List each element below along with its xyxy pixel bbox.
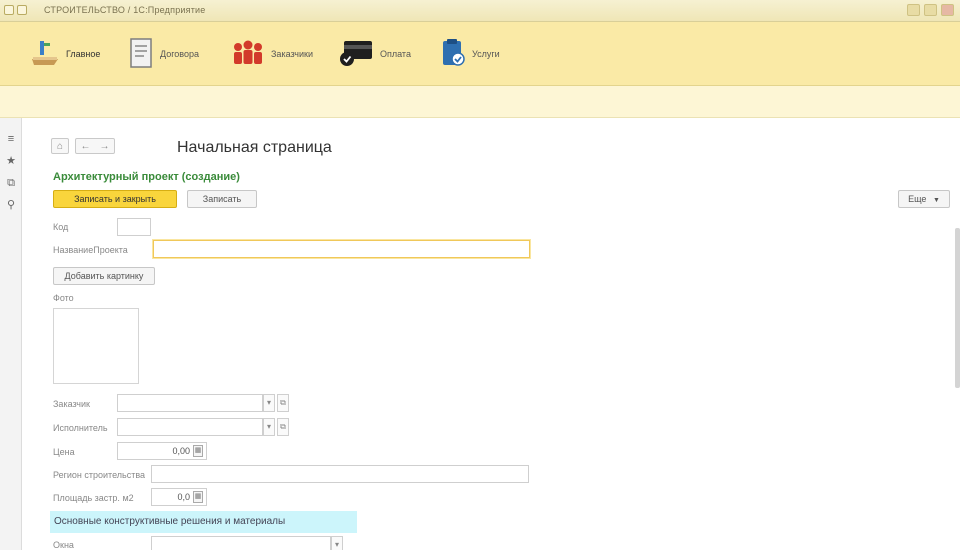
customer-label: Заказчик	[53, 399, 90, 409]
section-label: Главное	[66, 49, 101, 59]
window-titlebar: СТРОИТЕЛЬСТВО / 1С:Предприятие	[0, 0, 960, 22]
back-arrow-icon[interactable]: ←	[81, 141, 91, 152]
save-button[interactable]: Записать	[187, 190, 257, 208]
page-title: Начальная страница	[177, 139, 332, 156]
chevron-down-icon: ▼	[932, 197, 940, 204]
save-close-button[interactable]: Записать и закрыть	[53, 190, 177, 208]
functions-ribbon	[0, 86, 960, 118]
chevron-down-icon: ▾	[266, 398, 271, 407]
more-button[interactable]: Еще ▼	[898, 190, 950, 208]
history-icon[interactable]: ⧉	[4, 176, 18, 190]
maximize-icon[interactable]	[924, 4, 937, 16]
forward-arrow-icon[interactable]: →	[100, 141, 110, 152]
section-label: Услуги	[472, 49, 500, 59]
form-title: Архитектурный проект (создание)	[53, 171, 240, 183]
photo-label: Фото	[53, 293, 74, 303]
home-nav-button[interactable]: ⌂	[51, 138, 69, 154]
close-icon[interactable]	[941, 4, 954, 16]
executor-label: Исполнитель	[53, 423, 108, 433]
section-label: Заказчики	[271, 49, 313, 59]
photo-box[interactable]	[53, 308, 139, 384]
section-customers[interactable]: Заказчики	[231, 36, 313, 72]
payment-card-icon	[338, 37, 374, 72]
section-label: Оплата	[380, 49, 411, 59]
walls-dropdown-button[interactable]: ▾	[331, 536, 343, 550]
app-icon[interactable]	[4, 5, 14, 15]
people-icon	[231, 37, 265, 72]
calculator-icon[interactable]: ▦	[193, 445, 203, 457]
executor-field[interactable]	[117, 418, 263, 436]
price-label: Цена	[53, 447, 75, 457]
home-icon: ⌂	[56, 140, 64, 152]
customer-dropdown-button[interactable]: ▾	[263, 394, 275, 412]
calculator-icon[interactable]: ▦	[193, 491, 203, 503]
menu-icon[interactable]	[17, 5, 27, 15]
project-name-label: НазваниеПроекта	[53, 245, 128, 255]
executor-open-button[interactable]: ⧉	[277, 418, 289, 436]
clipboard-check-icon	[440, 37, 466, 72]
minimize-icon[interactable]	[907, 4, 920, 16]
walls-field[interactable]	[151, 536, 331, 550]
group-header: Основные конструктивные решения и матери…	[50, 511, 357, 533]
chevron-down-icon: ▾	[266, 422, 271, 431]
home-desk-icon	[30, 37, 60, 72]
project-name-field[interactable]	[153, 240, 530, 258]
walls-label: Окна	[53, 540, 74, 550]
section-main[interactable]: Главное	[30, 36, 100, 72]
code-field[interactable]	[117, 218, 151, 236]
region-label: Регион строительства	[53, 470, 146, 480]
chevron-down-icon: ▾	[334, 540, 339, 549]
back-forward-group: ← →	[75, 138, 115, 154]
add-picture-button[interactable]: Добавить картинку	[53, 267, 155, 285]
code-label: Код	[53, 222, 69, 232]
tools-panel: ≡ ★ ⧉ ⚲	[0, 118, 22, 550]
section-payment[interactable]: Оплата	[338, 36, 411, 72]
section-label: Договора	[160, 49, 199, 59]
search-icon[interactable]: ⚲	[4, 198, 18, 212]
open-link-icon: ⧉	[280, 398, 286, 407]
area-label: Площадь застр. м2	[53, 493, 134, 503]
favorites-star-icon[interactable]: ★	[4, 154, 18, 168]
section-services[interactable]: Услуги	[440, 36, 500, 72]
system-menu-icons[interactable]	[4, 5, 27, 15]
region-field[interactable]	[151, 465, 529, 483]
more-label: Еще	[908, 194, 927, 204]
customer-open-button[interactable]: ⧉	[277, 394, 289, 412]
main-content: ⌂ ← → Начальная страница Архитектурный п…	[23, 118, 960, 550]
window-controls	[907, 4, 954, 16]
customer-field[interactable]	[117, 394, 263, 412]
sections-panel: Главное Договора Заказчики Оплата Услуги	[0, 22, 960, 86]
section-contracts[interactable]: Договора	[128, 36, 199, 72]
document-icon	[128, 37, 154, 72]
menu-lines-icon[interactable]: ≡	[4, 132, 18, 146]
vertical-scrollbar[interactable]	[955, 228, 960, 388]
executor-dropdown-button[interactable]: ▾	[263, 418, 275, 436]
open-link-icon: ⧉	[280, 422, 286, 431]
window-title: СТРОИТЕЛЬСТВО / 1С:Предприятие	[44, 5, 206, 15]
